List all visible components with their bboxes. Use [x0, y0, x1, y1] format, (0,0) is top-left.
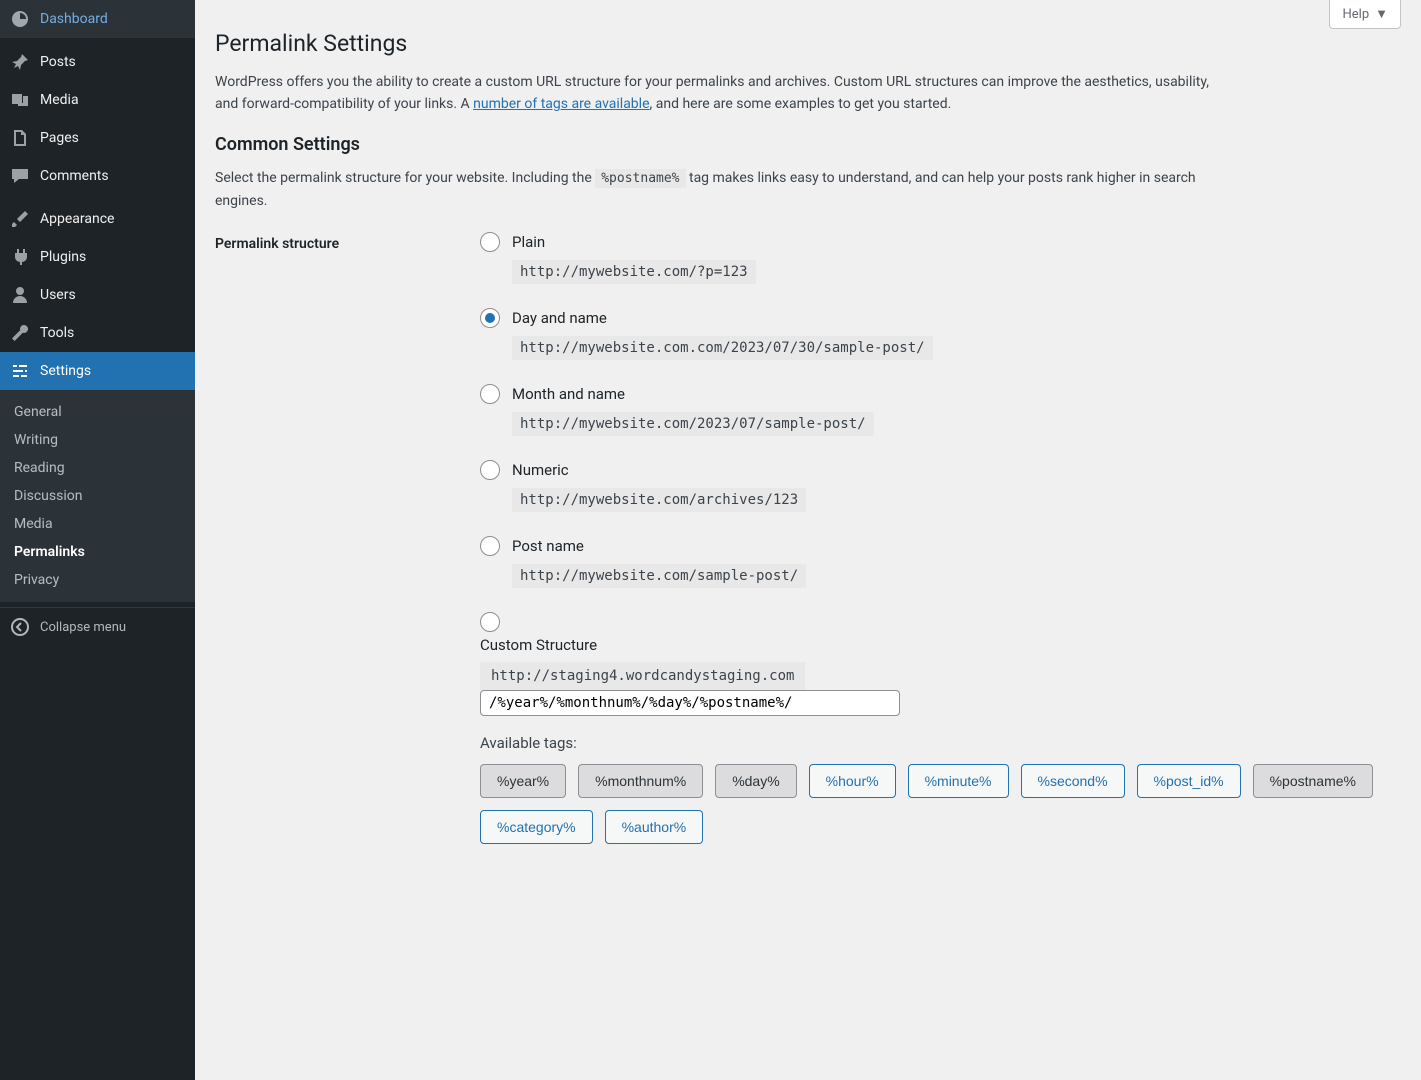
tag-author[interactable]: %author%: [605, 810, 704, 844]
sidebar-item-comments[interactable]: Comments: [0, 157, 195, 195]
comments-icon: [10, 166, 30, 186]
sliders-icon: [10, 361, 30, 381]
section-title: Common Settings: [215, 134, 1401, 155]
tag-year[interactable]: %year%: [480, 764, 566, 798]
sidebar-item-label: Tools: [40, 325, 74, 341]
intro-text: WordPress offers you the ability to crea…: [215, 71, 1215, 116]
collapse-menu[interactable]: Collapse menu: [0, 607, 195, 646]
option-example: http://mywebsite.com/?p=123: [512, 260, 756, 284]
option-example: http://mywebsite.com/archives/123: [512, 488, 806, 512]
submenu-media[interactable]: Media: [0, 510, 195, 538]
option-post-name: Post name http://mywebsite.com/sample-po…: [480, 536, 1401, 588]
custom-structure-input[interactable]: [480, 690, 900, 716]
sidebar-item-label: Plugins: [40, 249, 86, 265]
radio-numeric[interactable]: [480, 460, 500, 480]
option-example: http://mywebsite.com.com/2023/07/30/samp…: [512, 336, 933, 360]
radio-post-name[interactable]: [480, 536, 500, 556]
tag-hour[interactable]: %hour%: [809, 764, 896, 798]
option-numeric: Numeric http://mywebsite.com/archives/12…: [480, 460, 1401, 512]
sidebar-item-label: Dashboard: [40, 11, 108, 27]
sidebar-item-dashboard[interactable]: Dashboard: [0, 0, 195, 38]
tag-day[interactable]: %day%: [715, 764, 796, 798]
tags-link[interactable]: number of tags are available: [473, 96, 649, 112]
sidebar-item-appearance[interactable]: Appearance: [0, 200, 195, 238]
brush-icon: [10, 209, 30, 229]
sidebar-item-plugins[interactable]: Plugins: [0, 238, 195, 276]
custom-label: Custom Structure: [480, 636, 1401, 654]
pages-icon: [10, 128, 30, 148]
radio-day-name[interactable]: [480, 308, 500, 328]
structure-label: Permalink structure: [215, 232, 480, 868]
available-tags-label: Available tags:: [480, 734, 1401, 752]
postname-code: %postname%: [595, 169, 685, 188]
option-example: http://mywebsite.com/2023/07/sample-post…: [512, 412, 874, 436]
plug-icon: [10, 247, 30, 267]
tag-postname[interactable]: %postname%: [1253, 764, 1373, 798]
option-plain: Plain http://mywebsite.com/?p=123: [480, 232, 1401, 284]
option-label: Plain: [512, 233, 545, 251]
custom-prefix: http://staging4.wordcandystaging.com: [480, 662, 805, 690]
submenu-writing[interactable]: Writing: [0, 426, 195, 454]
sidebar-item-label: Posts: [40, 54, 76, 70]
option-custom: Custom Structure http://staging4.wordcan…: [480, 612, 1401, 844]
submenu-permalinks[interactable]: Permalinks: [0, 538, 195, 566]
sidebar-item-users[interactable]: Users: [0, 276, 195, 314]
radio-month-name[interactable]: [480, 384, 500, 404]
dashboard-icon: [10, 9, 30, 29]
submenu-discussion[interactable]: Discussion: [0, 482, 195, 510]
sidebar-item-posts[interactable]: Posts: [0, 43, 195, 81]
section-desc: Select the permalink structure for your …: [215, 167, 1215, 212]
wrench-icon: [10, 323, 30, 343]
pin-icon: [10, 52, 30, 72]
page-title: Permalink Settings: [215, 30, 1401, 57]
submenu-reading[interactable]: Reading: [0, 454, 195, 482]
tag-minute[interactable]: %minute%: [908, 764, 1009, 798]
submenu-privacy[interactable]: Privacy: [0, 566, 195, 594]
option-label: Month and name: [512, 385, 625, 403]
main-content: Help ▼ Permalink Settings WordPress offe…: [195, 0, 1421, 1080]
sidebar-item-media[interactable]: Media: [0, 81, 195, 119]
admin-sidebar: Dashboard Posts Media Pages Comments App…: [0, 0, 195, 1080]
sidebar-item-label: Users: [40, 287, 76, 303]
collapse-icon: [10, 617, 30, 637]
option-label: Day and name: [512, 309, 607, 327]
help-label: Help: [1342, 7, 1369, 22]
sidebar-item-settings[interactable]: Settings: [0, 352, 195, 390]
collapse-label: Collapse menu: [40, 620, 126, 635]
sidebar-item-tools[interactable]: Tools: [0, 314, 195, 352]
sidebar-item-pages[interactable]: Pages: [0, 119, 195, 157]
tag-second[interactable]: %second%: [1021, 764, 1125, 798]
tag-category[interactable]: %category%: [480, 810, 593, 844]
user-icon: [10, 285, 30, 305]
media-icon: [10, 90, 30, 110]
available-tags: %year% %monthnum% %day% %hour% %minute% …: [480, 764, 1401, 844]
option-label: Post name: [512, 537, 584, 555]
radio-plain[interactable]: [480, 232, 500, 252]
help-tab[interactable]: Help ▼: [1329, 0, 1401, 29]
option-day-name: Day and name http://mywebsite.com.com/20…: [480, 308, 1401, 360]
chevron-down-icon: ▼: [1375, 6, 1388, 22]
sidebar-item-label: Settings: [40, 363, 91, 379]
sidebar-item-label: Pages: [40, 130, 79, 146]
option-label: Numeric: [512, 461, 569, 479]
sidebar-item-label: Appearance: [40, 211, 114, 227]
tag-monthnum[interactable]: %monthnum%: [578, 764, 703, 798]
option-example: http://mywebsite.com/sample-post/: [512, 564, 806, 588]
option-month-name: Month and name http://mywebsite.com/2023…: [480, 384, 1401, 436]
radio-custom[interactable]: [480, 612, 500, 632]
tag-post-id[interactable]: %post_id%: [1137, 764, 1241, 798]
sidebar-item-label: Media: [40, 92, 79, 108]
submenu-general[interactable]: General: [0, 398, 195, 426]
settings-submenu: General Writing Reading Discussion Media…: [0, 390, 195, 602]
sidebar-item-label: Comments: [40, 168, 109, 184]
